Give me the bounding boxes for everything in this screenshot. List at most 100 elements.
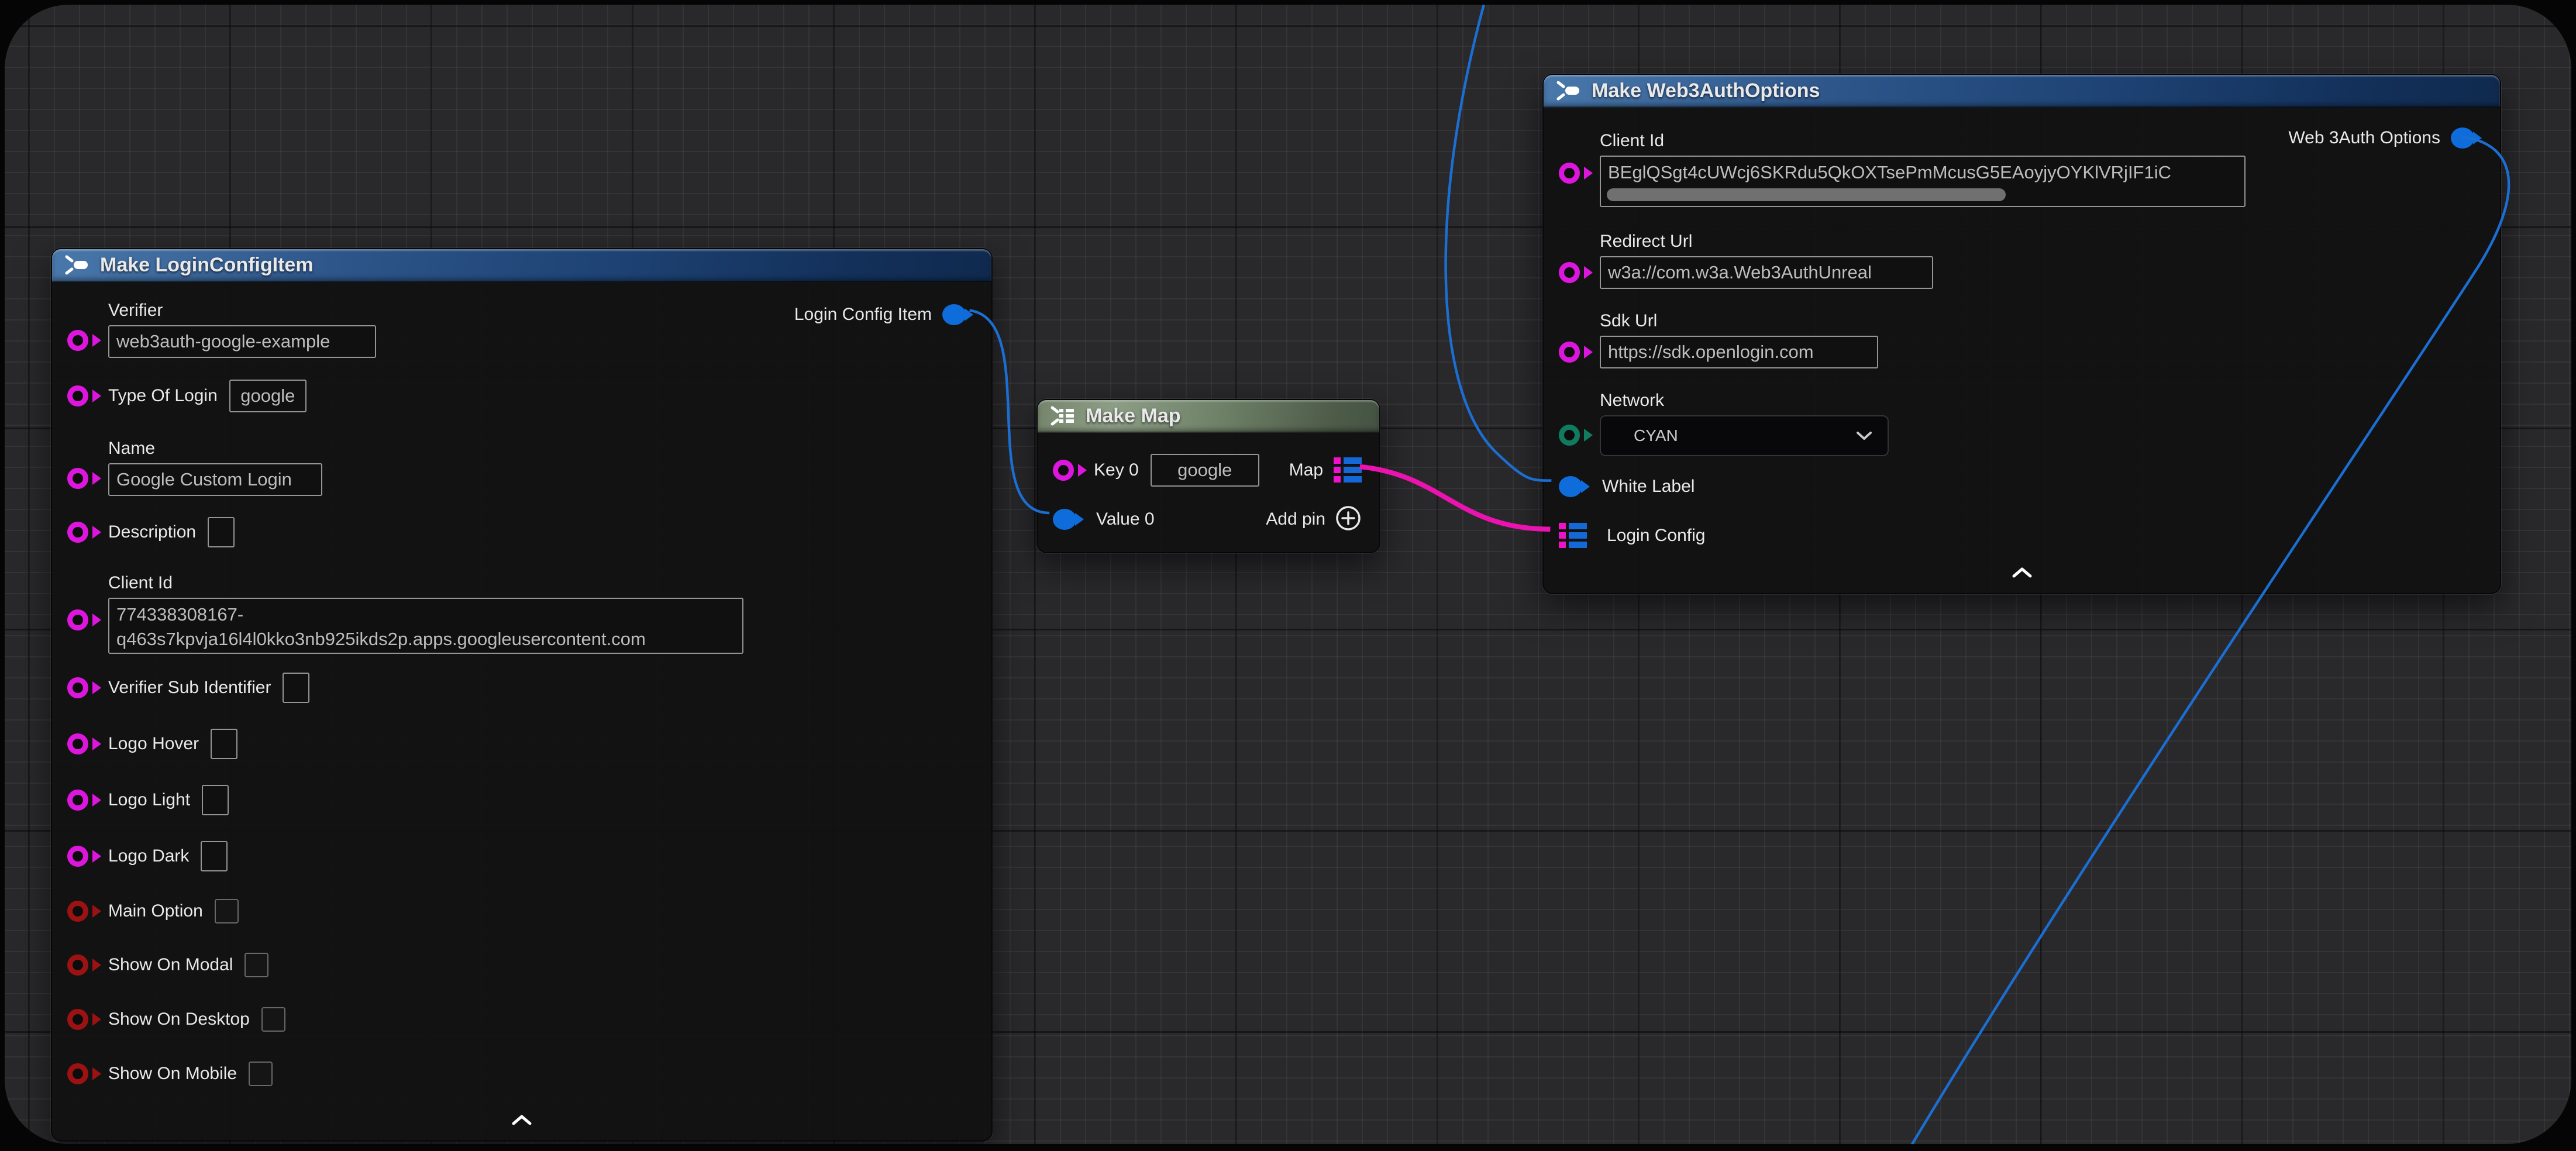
pin-row-verifier: Verifier web3auth-google-example [67,301,376,358]
pin-row-type-of-login: Type Of Login google [67,379,306,413]
output-pin-struct[interactable] [942,304,966,325]
object-pin[interactable] [1053,509,1076,530]
output-pin-label: Web 3Auth Options [2288,128,2440,148]
pin-label: Logo Light [108,790,190,810]
bool-pin[interactable] [67,1063,88,1084]
pin-label: Redirect Url [1600,232,1933,251]
pin-row-main-option: Main Option [67,897,239,925]
add-pin-button[interactable]: Add pin [1266,504,1362,535]
node-title: Make Web3AuthOptions [1592,80,1820,102]
pin-label: Network [1600,391,1889,411]
string-pin[interactable] [67,790,88,811]
graph-canvas[interactable]: Make LoginConfigItem Login Config Item V… [5,5,2571,1144]
sdk-url-field[interactable]: https://sdk.openlogin.com [1600,336,1878,368]
bool-pin[interactable] [67,1009,88,1030]
node-header[interactable]: Make Web3AuthOptions [1544,75,2500,108]
node-header[interactable]: Make LoginConfigItem [52,249,991,282]
string-pin[interactable] [67,468,88,489]
pin-label: Value 0 [1096,509,1155,529]
pin-row-key0: Key 0 google [1053,454,1259,487]
name-field[interactable]: Google Custom Login [108,463,322,496]
string-pin[interactable] [67,609,88,630]
description-field[interactable] [208,517,235,547]
wire-map-to-login-config[interactable] [1360,467,1551,529]
string-pin[interactable] [67,330,88,351]
string-pin[interactable] [1559,262,1580,283]
add-pin-label: Add pin [1266,509,1325,529]
pin-label: Client Id [1600,131,2246,151]
string-pin[interactable] [1559,342,1580,363]
add-pin-icon [1335,505,1362,535]
blueprint-editor: Make LoginConfigItem Login Config Item V… [0,0,2576,1151]
string-pin[interactable] [67,677,88,698]
map-pin[interactable] [1334,457,1362,484]
pin-label: Login Config [1607,526,1705,546]
show-on-desktop-checkbox[interactable] [261,1007,285,1032]
pin-row-logo-hover: Logo Hover [67,729,237,759]
pin-label: Show On Modal [108,955,233,975]
node-make-loginconfigitem[interactable]: Make LoginConfigItem Login Config Item V… [51,248,993,1142]
object-pin[interactable] [1559,476,1582,497]
pin-row-redirect-url: Redirect Url w3a://com.w3a.Web3AuthUnrea… [1559,232,1933,289]
pin-row-white-label: White Label [1559,471,1695,502]
show-on-mobile-checkbox[interactable] [249,1062,273,1086]
output-pin-label: Map [1289,460,1323,480]
network-dropdown[interactable]: CYAN [1600,415,1889,456]
pin-row-network: Network CYAN [1559,391,1889,456]
client-id-field[interactable]: BEglQSgt4cUWcj6SKRdu5QkOXTsePmMcusG5EAoy… [1600,156,2246,207]
pin-row-description: Description [67,517,235,547]
show-on-modal-checkbox[interactable] [244,953,268,977]
pin-row-sdk-url: Sdk Url https://sdk.openlogin.com [1559,311,1878,368]
pin-label: Show On Mobile [108,1064,237,1084]
bool-pin[interactable] [67,954,88,976]
string-pin[interactable] [67,846,88,867]
pin-row-show-on-desktop: Show On Desktop [67,1005,285,1033]
pin-label: White Label [1602,477,1695,497]
pin-row-logo-light: Logo Light [67,785,229,815]
output-row-login-config-item: Login Config Item [794,298,974,331]
pin-label: Name [108,439,322,459]
logo-dark-field[interactable] [201,841,228,871]
make-struct-icon [64,254,91,276]
pin-row-client-id: Client Id 774338308167-q463s7kpvja16l4l0… [67,573,743,654]
pin-label: Verifier Sub Identifier [108,678,271,698]
pin-row-value0: Value 0 [1053,504,1155,535]
verifier-sub-identifier-field[interactable] [283,673,309,703]
collapse-node-button[interactable] [512,1115,532,1125]
logo-hover-field[interactable] [211,729,237,759]
pin-label: Description [108,522,196,542]
wire-offscreen-to-white-label[interactable] [1446,5,1552,481]
node-make-map[interactable]: Make Map Key 0 google Map Value 0 Add pi… [1036,399,1380,553]
type-of-login-field[interactable]: google [229,380,306,412]
node-make-web3authoptions[interactable]: Make Web3AuthOptions Web 3Auth Options C… [1542,74,2501,594]
redirect-url-field[interactable]: w3a://com.w3a.Web3AuthUnreal [1600,256,1933,289]
pin-label: Show On Desktop [108,1009,250,1029]
string-pin[interactable] [67,385,88,406]
pin-label: Key 0 [1094,460,1139,480]
node-title: Make LoginConfigItem [100,254,314,277]
horizontal-scrollbar[interactable] [1607,188,2006,201]
string-pin[interactable] [67,522,88,543]
pin-label: Client Id [108,573,743,593]
string-pin[interactable] [1053,460,1074,481]
enum-pin[interactable] [1559,425,1580,446]
pin-label: Sdk Url [1600,311,1878,331]
verifier-field[interactable]: web3auth-google-example [108,325,376,358]
string-pin[interactable] [1559,163,1580,184]
make-struct-icon [1555,80,1582,102]
node-title: Make Map [1086,405,1181,428]
map-pin[interactable] [1559,522,1587,549]
node-header[interactable]: Make Map [1038,400,1379,433]
chevron-down-icon [1856,431,1872,440]
logo-light-field[interactable] [202,785,229,815]
key0-field[interactable]: google [1151,454,1259,487]
pin-row-client-id: Client Id BEglQSgt4cUWcj6SKRdu5QkOXTsePm… [1559,131,2246,207]
pin-label: Type Of Login [108,386,218,406]
pin-label: Verifier [108,301,376,321]
collapse-node-button[interactable] [2012,567,2032,578]
client-id-field[interactable]: 774338308167-q463s7kpvja16l4l0kko3nb925i… [108,598,743,654]
main-option-checkbox[interactable] [215,899,239,923]
string-pin[interactable] [67,733,88,754]
output-pin-struct[interactable] [2451,127,2474,149]
bool-pin[interactable] [67,901,88,922]
